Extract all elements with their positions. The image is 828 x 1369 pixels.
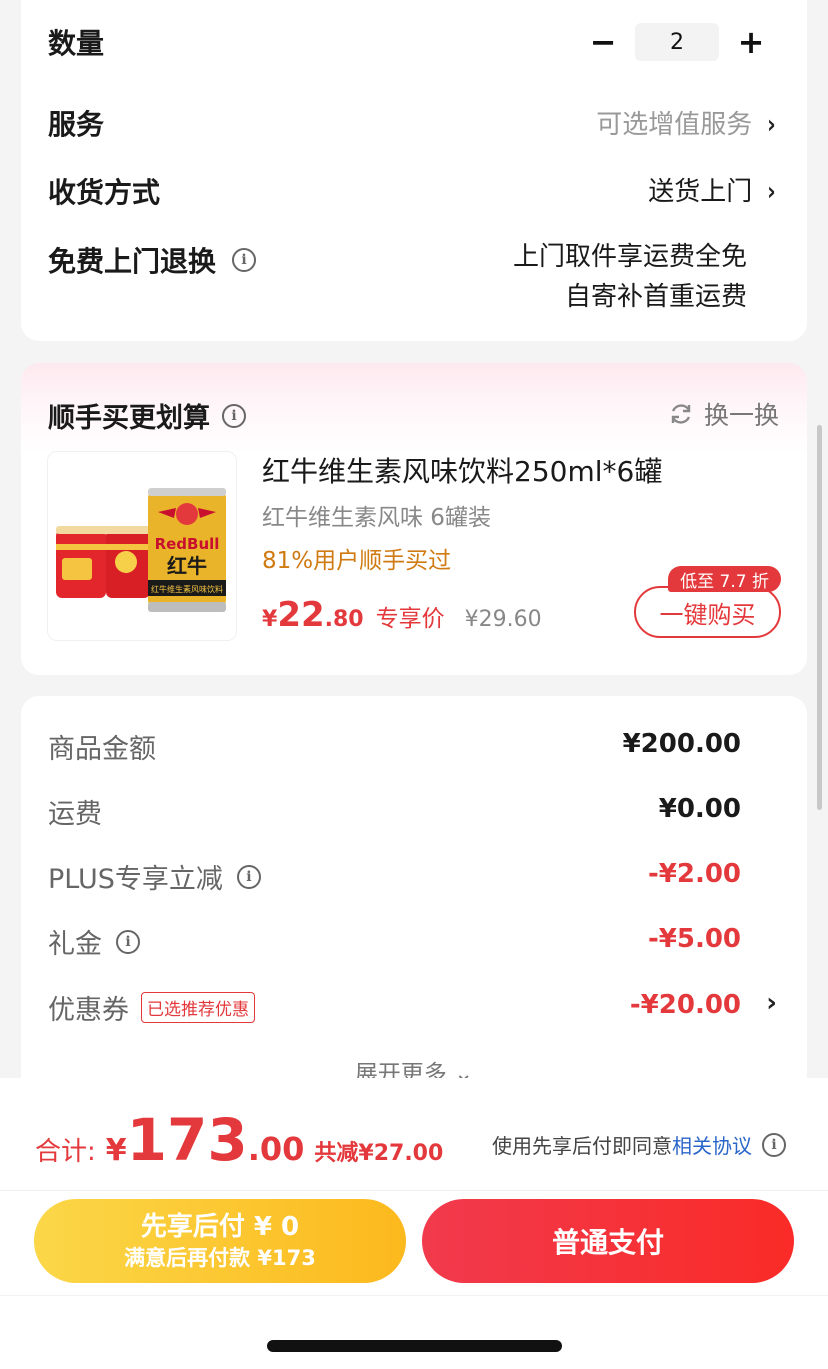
refresh-button[interactable]: 换一换 bbox=[668, 396, 779, 432]
order-total: 合计: ¥ 173 .00 共减¥27.00 bbox=[35, 1106, 443, 1174]
total-integer: 173 bbox=[126, 1106, 248, 1174]
discount-badge: 低至 7.7 折 bbox=[668, 566, 781, 592]
return-policy-line1: 上门取件享运费全免 bbox=[512, 242, 747, 272]
refresh-label: 换一换 bbox=[703, 401, 779, 430]
divider bbox=[0, 1295, 828, 1296]
refresh-icon bbox=[671, 404, 691, 424]
gift-value: -¥5.00 bbox=[647, 924, 741, 954]
chevron-right-icon: › bbox=[767, 177, 776, 207]
original-price: ¥29.60 bbox=[464, 607, 542, 632]
shipping-value: ¥0.00 bbox=[658, 794, 741, 824]
total-currency: ¥ bbox=[105, 1133, 127, 1168]
redbull-can-image: RedBull 红牛 红牛维生素风味饮料 bbox=[56, 488, 226, 612]
can-band-text: 红牛维生素风味饮料 bbox=[151, 584, 223, 594]
order-options-card: 数量 − 2 + 服务 可选增值服务 › 收货方式 送货上门 › 免费上门退换 i … bbox=[21, 0, 807, 341]
product-image[interactable]: RedBull 红牛 红牛维生素风味饮料 bbox=[47, 451, 237, 641]
goods-amount-value: ¥200.00 bbox=[622, 729, 741, 759]
return-label: 免费上门退换 bbox=[48, 245, 217, 278]
service-selector[interactable]: 可选增值服务 › bbox=[596, 104, 777, 141]
plus-discount-text: PLUS专享立减 bbox=[48, 864, 223, 895]
info-icon[interactable]: i bbox=[222, 403, 246, 428]
pay-later-title: 先享后付 ¥ 0 bbox=[140, 1212, 300, 1242]
delivery-label: 收货方式 bbox=[48, 176, 161, 209]
service-label: 服务 bbox=[48, 108, 105, 141]
chevron-right-icon[interactable]: › bbox=[766, 988, 777, 1018]
plus-discount-value: -¥2.00 bbox=[647, 859, 741, 889]
normal-pay-button[interactable]: 普通支付 bbox=[422, 1199, 794, 1283]
goods-amount-text: 商品金额 bbox=[48, 734, 156, 765]
plus-discount-label: PLUS专享立减 i bbox=[48, 857, 261, 896]
pay-later-button[interactable]: 先享后付 ¥ 0 满意后再付款 ¥173 bbox=[34, 1199, 406, 1283]
shipping-label: 运费 bbox=[48, 792, 102, 831]
delivery-selector[interactable]: 送货上门 › bbox=[648, 171, 777, 208]
chevron-right-icon: › bbox=[767, 110, 776, 140]
total-saving: 共减¥27.00 bbox=[314, 1141, 444, 1166]
can-cn-text: 红牛 bbox=[167, 554, 207, 578]
coupon-text: 优惠券 bbox=[48, 995, 129, 1026]
coupon-value[interactable]: -¥20.00 bbox=[630, 990, 741, 1020]
info-icon[interactable]: i bbox=[762, 1132, 786, 1157]
info-icon[interactable]: i bbox=[116, 929, 140, 954]
price-tag: 专享价 bbox=[375, 606, 445, 632]
price-integer: 22 bbox=[277, 595, 325, 635]
fee-breakdown-card: 商品金额 ¥200.00 运费 ¥0.00 PLUS专享立减 i -¥2.00 … bbox=[21, 696, 807, 1096]
price-decimal: .80 bbox=[324, 607, 364, 632]
total-decimal: .00 bbox=[247, 1130, 305, 1168]
divider bbox=[0, 1190, 828, 1191]
price-currency: ¥ bbox=[262, 607, 278, 632]
agreement-note: 使用先享后付即同意 相关协议 i bbox=[492, 1130, 786, 1159]
checkout-page: 数量 − 2 + 服务 可选增值服务 › 收货方式 送货上门 › 免费上门退换 i … bbox=[0, 0, 828, 1369]
product-purchase-stat: 81%用户顺手买过 bbox=[262, 548, 452, 574]
recommend-title-row: 顺手买更划算 i bbox=[48, 396, 246, 435]
shipping-text: 运费 bbox=[48, 799, 102, 830]
info-icon[interactable]: i bbox=[232, 248, 257, 272]
can-brand-text: RedBull bbox=[155, 535, 220, 553]
gift-label: 礼金 i bbox=[48, 922, 140, 961]
delivery-value: 送货上门 bbox=[648, 177, 753, 207]
product-price: ¥ 22 .80 专享价 ¥29.60 bbox=[262, 595, 542, 635]
checkout-bar: 合计: ¥ 173 .00 共减¥27.00 使用先享后付即同意 相关协议 i … bbox=[0, 1078, 828, 1369]
total-label: 合计: bbox=[35, 1137, 96, 1167]
agreement-link[interactable]: 相关协议 bbox=[672, 1130, 752, 1159]
quantity-input[interactable]: 2 bbox=[635, 23, 719, 61]
return-policy-line2: 自寄补首重运费 bbox=[564, 282, 747, 312]
product-subtitle: 红牛维生素风味 6罐装 bbox=[262, 505, 491, 531]
quantity-stepper: − 2 + bbox=[585, 23, 769, 61]
coupon-label: 优惠券 已选推荐优惠 bbox=[48, 988, 255, 1027]
service-value: 可选增值服务 bbox=[596, 110, 753, 140]
agreement-text: 使用先享后付即同意 bbox=[492, 1134, 672, 1158]
scrollbar[interactable] bbox=[817, 425, 822, 810]
one-click-buy-button[interactable]: 一键购买 bbox=[634, 586, 781, 638]
info-icon[interactable]: i bbox=[236, 864, 261, 889]
recommend-title: 顺手买更划算 bbox=[48, 403, 210, 434]
recommend-card: 顺手买更划算 i 换一换 RedBull 红牛 红牛维生素风味饮料 红牛维生素风… bbox=[21, 363, 807, 675]
coupon-selected-tag: 已选推荐优惠 bbox=[141, 992, 255, 1023]
return-policy: 上门取件享运费全免 自寄补首重运费 bbox=[513, 237, 747, 317]
quantity-label: 数量 bbox=[48, 27, 105, 60]
return-label-row: 免费上门退换 i bbox=[48, 240, 257, 280]
pay-later-subtitle: 满意后再付款 ¥173 bbox=[124, 1246, 316, 1270]
product-name[interactable]: 红牛维生素风味饮料250ml*6罐 bbox=[262, 450, 662, 490]
home-indicator[interactable] bbox=[267, 1340, 562, 1352]
goods-amount-label: 商品金额 bbox=[48, 727, 156, 766]
increase-button[interactable]: + bbox=[733, 23, 769, 61]
decrease-button[interactable]: − bbox=[585, 23, 621, 61]
gift-text: 礼金 bbox=[48, 929, 102, 960]
